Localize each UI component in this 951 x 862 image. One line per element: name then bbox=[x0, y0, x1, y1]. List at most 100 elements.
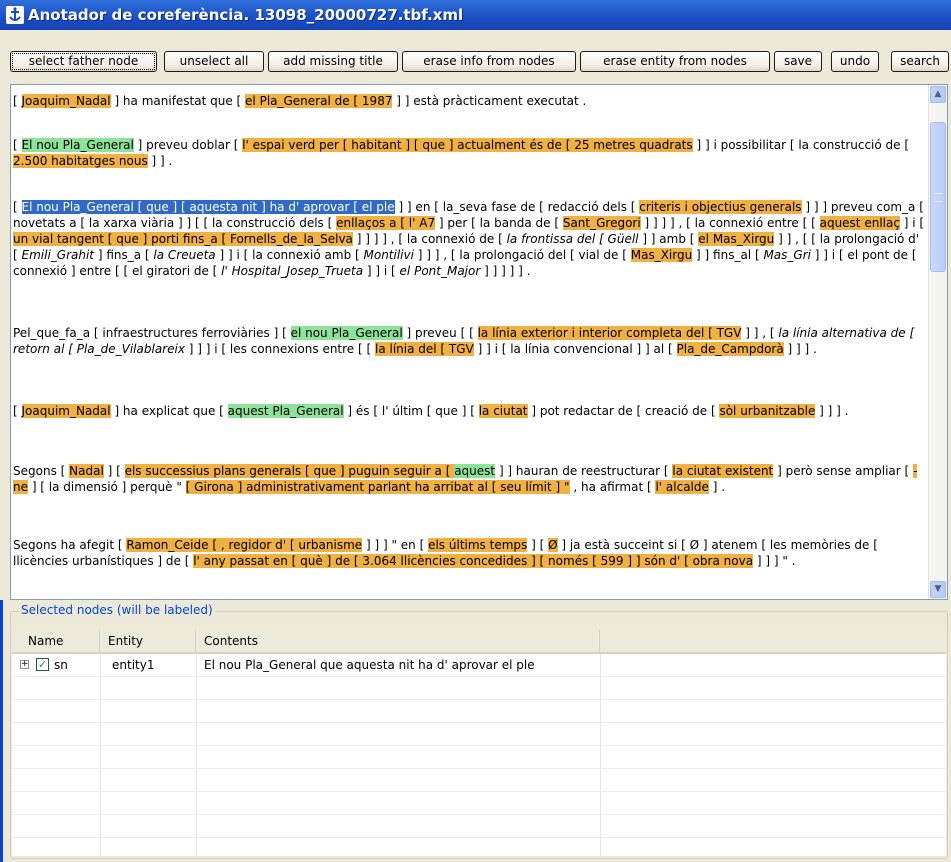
row-checkbox[interactable]: ✓ bbox=[36, 658, 49, 671]
table-row bbox=[12, 792, 946, 815]
selected-nodes-table[interactable]: Name Entity Contents + ✓ sn entity1 El n… bbox=[12, 630, 946, 856]
text-span: ] [ bbox=[103, 464, 125, 478]
text-span: ] ] ] . bbox=[783, 342, 817, 356]
coreference-mention[interactable]: Ø bbox=[548, 538, 558, 552]
add-missing-title-button[interactable]: add missing title bbox=[268, 51, 398, 72]
paragraph[interactable]: [ Joaquim_Nadal ] ha manifestat que [ el… bbox=[13, 93, 925, 109]
paragraph[interactable]: [ El nou Pla_General ] preveu doblar [ l… bbox=[13, 137, 925, 169]
text-span: ] ] ] ] , [ la connexió entre [ [ bbox=[640, 216, 820, 230]
annotated-text[interactable]: [ Joaquim_Nadal ] ha manifestat que [ el… bbox=[11, 85, 929, 599]
text-span: ] ] ] . bbox=[815, 404, 849, 418]
coreference-mention[interactable]: Mas_Xirgu bbox=[630, 248, 693, 262]
text-span: ] ] hauran de reestructurar [ bbox=[495, 464, 673, 478]
table-row bbox=[12, 746, 946, 769]
italic-mention[interactable]: Emili_Grahit bbox=[22, 248, 95, 262]
coreference-mention[interactable]: sòl urbanitzable bbox=[719, 404, 816, 418]
coreference-mention[interactable]: Sant_Gregori bbox=[562, 216, 641, 230]
text-span: ] ] i [ la línia convencional ] ] al [ bbox=[473, 342, 677, 356]
text-span: Segons [ bbox=[13, 464, 70, 478]
coreference-mention[interactable]: els últims temps bbox=[428, 538, 528, 552]
search-button[interactable]: search bbox=[891, 51, 949, 72]
paragraph[interactable]: [ Joaquim_Nadal ] ha explicat que [ aque… bbox=[13, 403, 925, 419]
annotated-text-pane[interactable]: [ Joaquim_Nadal ] ha manifestat que [ el… bbox=[10, 84, 948, 600]
text-span: Pel_que_fa_a [ infraestructures ferrovià… bbox=[13, 326, 291, 340]
text-span: ] ] fins_al [ bbox=[692, 248, 764, 262]
erase-entity-from-nodes-button[interactable]: erase entity from nodes bbox=[580, 51, 770, 72]
text-span: ] però sense ampliar [ bbox=[773, 464, 914, 478]
erase-info-from-nodes-button[interactable]: erase info from nodes bbox=[402, 51, 576, 72]
text-span: , ha afirmat [ bbox=[569, 480, 656, 494]
selected-node-text[interactable]: El nou Pla_General [ que ] [ aquesta nit… bbox=[21, 200, 395, 214]
coreference-mention[interactable]: la línia del [ TGV bbox=[375, 342, 474, 356]
table-row bbox=[12, 700, 946, 723]
text-span: [ bbox=[13, 138, 22, 152]
paragraph[interactable]: Segons ha afegit [ Ramon_Ceide [ , regid… bbox=[13, 537, 925, 569]
text-span: ] ] i [ la connexió amb [ bbox=[215, 248, 364, 262]
cell-entity: entity1 bbox=[112, 658, 155, 672]
paragraph[interactable]: Segons [ Nadal ] [ els successius plans … bbox=[13, 463, 925, 495]
selected-entity-mention[interactable]: aquest bbox=[454, 464, 496, 478]
undo-button[interactable]: undo bbox=[831, 51, 879, 72]
vertical-scrollbar[interactable]: ▲ ▼ bbox=[928, 85, 947, 599]
text-span: ] ] i possibilitar [ la construcció de [ bbox=[692, 138, 910, 152]
text-span: ] . bbox=[708, 480, 726, 494]
coreference-mention[interactable]: Pla_de_Campdorà bbox=[676, 342, 784, 356]
column-header-entity[interactable]: Entity bbox=[100, 630, 196, 652]
coreference-mention[interactable]: el Pla_General de [ 1987 bbox=[245, 94, 393, 108]
coreference-mention[interactable]: la línia exterior i interior completa de… bbox=[477, 326, 742, 340]
coreference-mention[interactable]: la ciutat existent bbox=[672, 464, 774, 478]
select-father-node-button[interactable]: select father node bbox=[10, 51, 157, 72]
app-icon bbox=[6, 6, 24, 24]
italic-mention[interactable]: el Pont_Major bbox=[400, 264, 481, 278]
italic-mention[interactable]: Mas_Gri bbox=[763, 248, 811, 262]
unselect-all-button[interactable]: unselect all bbox=[164, 51, 264, 72]
coreference-mention[interactable]: l' alcalde bbox=[655, 480, 709, 494]
coreference-mention[interactable]: el Mas_Xirgu bbox=[698, 232, 775, 246]
column-header-name[interactable]: Name bbox=[12, 630, 100, 652]
italic-mention[interactable]: l' Hospital_Josep_Trueta bbox=[221, 264, 363, 278]
coreference-mention[interactable]: l' any passat en [ què ] de [ 3.064 llic… bbox=[193, 554, 754, 568]
coreference-mention[interactable]: Joaquim_Nadal bbox=[21, 94, 111, 108]
text-span: ] ] està pràcticament executat . bbox=[392, 94, 587, 108]
text-span: ] ] ] , [ la prolongació del [ vial de [ bbox=[413, 248, 631, 262]
table-row[interactable]: + ✓ sn entity1 El nou Pla_General que aq… bbox=[12, 654, 946, 677]
text-span: ] ha explicat que [ bbox=[110, 404, 228, 418]
text-span: ] fins_a [ bbox=[94, 248, 154, 262]
scroll-thumb[interactable] bbox=[930, 122, 946, 272]
paragraph[interactable]: [ El nou Pla_General [ que ] [ aquesta n… bbox=[13, 199, 925, 279]
selected-entity-mention[interactable]: aquest Pla_General bbox=[227, 404, 344, 418]
coreference-mention[interactable]: Nadal bbox=[69, 464, 104, 478]
text-span: ] ] ] " en [ bbox=[362, 538, 429, 552]
paragraph[interactable]: Pel_que_fa_a [ infraestructures ferrovià… bbox=[13, 325, 925, 357]
selected-entity-mention[interactable]: el nou Pla_General bbox=[290, 326, 403, 340]
expand-plus-icon[interactable]: + bbox=[20, 660, 29, 669]
coreference-mention[interactable]: Ramon_Ceide [ , regidor d' [ urbanisme bbox=[126, 538, 363, 552]
coreference-mention[interactable]: [ Girona ] administrativament parlant ha… bbox=[185, 480, 570, 494]
text-span: ] preveu [ [ bbox=[402, 326, 478, 340]
coreference-mention[interactable]: la ciutat bbox=[478, 404, 528, 418]
text-span: ] ] en [ la_seva fase de [ redacció dels… bbox=[394, 200, 640, 214]
italic-mention[interactable]: la Creueta bbox=[153, 248, 215, 262]
scroll-up-icon[interactable]: ▲ bbox=[930, 86, 946, 103]
italic-mention[interactable]: la frontissa del [ Güell bbox=[507, 232, 639, 246]
selected-entity-mention[interactable]: El nou Pla_General bbox=[21, 138, 134, 152]
column-header-contents[interactable]: Contents bbox=[196, 630, 600, 652]
coreference-mention[interactable]: criteris i objectius generals bbox=[639, 200, 802, 214]
save-button[interactable]: save bbox=[774, 51, 822, 72]
selected-nodes-legend: Selected nodes (will be labeled) bbox=[19, 603, 215, 617]
coreference-mention[interactable]: enllaços a [ l' A7 bbox=[336, 216, 436, 230]
text-span: [ bbox=[13, 94, 22, 108]
text-span: ] [ la dimensió ] perquè " bbox=[28, 480, 186, 494]
coreference-mention[interactable]: aquest enllaç bbox=[819, 216, 900, 230]
coreference-mention[interactable]: un vial tangent [ que ] porti fins_a [ F… bbox=[13, 232, 353, 246]
scroll-down-icon[interactable]: ▼ bbox=[930, 581, 946, 598]
coreference-mention[interactable]: els successius plans generals [ que ] pu… bbox=[124, 464, 455, 478]
italic-mention[interactable]: Montilivi bbox=[364, 248, 414, 262]
coreference-mention[interactable]: Joaquim_Nadal bbox=[21, 404, 111, 418]
table-row bbox=[12, 815, 946, 838]
coreference-mention[interactable]: l' espai verd per [ habitant ] [ que ] a… bbox=[242, 138, 693, 152]
text-span: [ bbox=[13, 200, 22, 214]
table-row bbox=[12, 723, 946, 746]
coreference-mention[interactable]: 2.500 habitatges nous bbox=[13, 154, 148, 168]
text-span: Segons ha afegit [ bbox=[13, 538, 127, 552]
